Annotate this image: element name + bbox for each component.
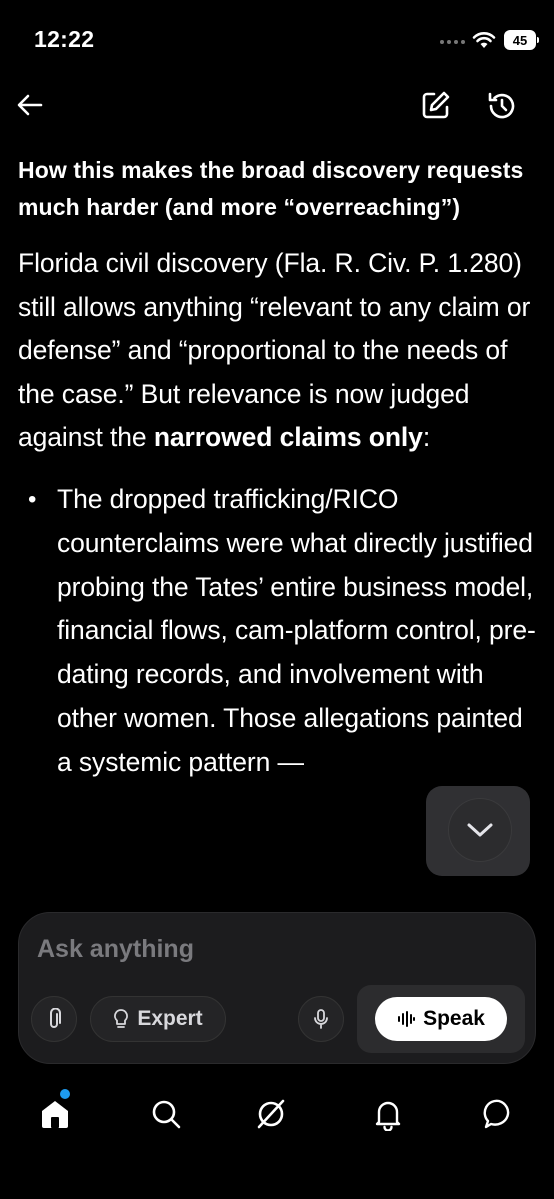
search-icon bbox=[152, 1100, 181, 1129]
expert-mode-button[interactable]: Expert bbox=[90, 996, 226, 1042]
cellular-signal-icon bbox=[440, 40, 465, 44]
microphone-icon bbox=[314, 1009, 328, 1029]
response-content: How this makes the broad discovery reque… bbox=[18, 152, 538, 890]
paperclip-icon bbox=[50, 1008, 61, 1028]
paragraph-text-end: : bbox=[422, 422, 431, 453]
bullet-text: The dropped trafficking/RICO counterclai… bbox=[57, 483, 536, 777]
composer: Ask anything Expert Speak bbox=[18, 912, 536, 1064]
arrow-left-icon[interactable] bbox=[14, 89, 46, 121]
status-bar: 12:22 45 bbox=[0, 0, 554, 80]
tab-messages[interactable] bbox=[479, 1094, 519, 1134]
home-notification-dot bbox=[60, 1089, 70, 1099]
wifi-icon bbox=[472, 32, 496, 48]
grok-icon bbox=[257, 1099, 285, 1129]
edit-square-icon[interactable] bbox=[420, 89, 452, 121]
status-time: 12:22 bbox=[34, 26, 95, 52]
section-heading: How this makes the broad discovery reque… bbox=[18, 157, 524, 220]
waveform-icon bbox=[398, 1011, 416, 1027]
tab-notifications[interactable] bbox=[368, 1094, 408, 1134]
attach-button[interactable] bbox=[31, 996, 77, 1042]
speak-label: Speak bbox=[423, 1007, 485, 1030]
paragraph-bold-text: narrowed claims only bbox=[153, 422, 423, 453]
battery-indicator: 45 bbox=[504, 30, 539, 50]
bullet-list: • The dropped trafficking/RICO countercl… bbox=[18, 478, 538, 785]
response-paragraph: Florida civil discovery (Fla. R. Civ. P.… bbox=[18, 242, 538, 460]
scroll-down-circle[interactable] bbox=[448, 798, 512, 862]
notifications-icon bbox=[375, 1101, 401, 1131]
ask-input[interactable]: Ask anything bbox=[37, 935, 194, 964]
lightbulb-icon bbox=[114, 1009, 129, 1028]
tab-home[interactable] bbox=[35, 1094, 75, 1134]
history-icon[interactable] bbox=[485, 89, 519, 123]
chevron-down-icon bbox=[467, 823, 493, 837]
bottom-tab-bar bbox=[0, 1080, 554, 1150]
messages-icon bbox=[483, 1099, 510, 1129]
speak-panel: Speak bbox=[357, 985, 525, 1053]
tab-grok[interactable] bbox=[251, 1094, 291, 1134]
speak-button[interactable]: Speak bbox=[375, 997, 507, 1041]
scroll-to-bottom-button[interactable] bbox=[426, 786, 530, 876]
expert-label: Expert bbox=[137, 1007, 203, 1030]
list-item: • The dropped trafficking/RICO countercl… bbox=[18, 478, 538, 785]
bullet-dot: • bbox=[28, 485, 37, 513]
microphone-button[interactable] bbox=[298, 996, 344, 1042]
tab-search[interactable] bbox=[146, 1094, 186, 1134]
home-icon bbox=[42, 1101, 68, 1128]
